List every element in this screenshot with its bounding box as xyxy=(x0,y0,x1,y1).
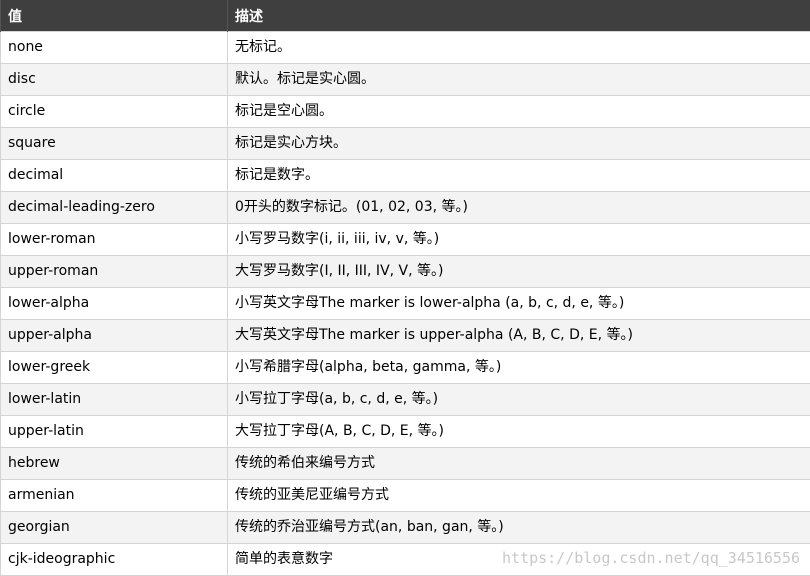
value-cell: none xyxy=(1,32,228,64)
value-cell: decimal xyxy=(1,160,228,192)
table-row: upper-latin大写拉丁字母(A, B, C, D, E, 等。) xyxy=(1,416,810,448)
value-cell: armenian xyxy=(1,480,228,512)
value-cell: cjk-ideographic xyxy=(1,544,228,576)
table-row: disc默认。标记是实心圆。 xyxy=(1,64,810,96)
description-cell: 标记是数字。 xyxy=(228,160,810,192)
table-row: decimal-leading-zero0开头的数字标记。(01, 02, 03… xyxy=(1,192,810,224)
value-cell: upper-alpha xyxy=(1,320,228,352)
value-cell: upper-roman xyxy=(1,256,228,288)
value-cell: hebrew xyxy=(1,448,228,480)
table-row: none无标记。 xyxy=(1,32,810,64)
description-cell: 无标记。 xyxy=(228,32,810,64)
table-row: lower-latin小写拉丁字母(a, b, c, d, e, 等。) xyxy=(1,384,810,416)
list-style-type-table: 值 描述 none无标记。 disc默认。标记是实心圆。 circle标记是空心… xyxy=(0,0,810,576)
description-cell: 0开头的数字标记。(01, 02, 03, 等。) xyxy=(228,192,810,224)
table-body: none无标记。 disc默认。标记是实心圆。 circle标记是空心圆。 sq… xyxy=(1,32,810,576)
description-cell: 大写英文字母The marker is upper-alpha (A, B, C… xyxy=(228,320,810,352)
description-cell: 传统的希伯来编号方式 xyxy=(228,448,810,480)
value-cell: disc xyxy=(1,64,228,96)
table-row: lower-alpha小写英文字母The marker is lower-alp… xyxy=(1,288,810,320)
table-row: cjk-ideographic简单的表意数字 xyxy=(1,544,810,576)
description-cell: 标记是空心圆。 xyxy=(228,96,810,128)
value-cell: lower-greek xyxy=(1,352,228,384)
value-cell: decimal-leading-zero xyxy=(1,192,228,224)
description-cell: 小写英文字母The marker is lower-alpha (a, b, c… xyxy=(228,288,810,320)
value-cell: lower-roman xyxy=(1,224,228,256)
description-cell: 小写罗马数字(i, ii, iii, iv, v, 等。) xyxy=(228,224,810,256)
table-header: 值 描述 xyxy=(1,0,810,32)
table-row: upper-alpha大写英文字母The marker is upper-alp… xyxy=(1,320,810,352)
table-row: decimal标记是数字。 xyxy=(1,160,810,192)
table-row: hebrew传统的希伯来编号方式 xyxy=(1,448,810,480)
table-row: lower-greek小写希腊字母(alpha, beta, gamma, 等。… xyxy=(1,352,810,384)
header-row: 值 描述 xyxy=(1,0,810,32)
description-cell: 大写罗马数字(I, II, III, IV, V, 等。) xyxy=(228,256,810,288)
description-cell: 传统的亚美尼亚编号方式 xyxy=(228,480,810,512)
description-cell: 简单的表意数字 xyxy=(228,544,810,576)
value-cell: georgian xyxy=(1,512,228,544)
description-cell: 传统的乔治亚编号方式(an, ban, gan, 等。) xyxy=(228,512,810,544)
header-description: 描述 xyxy=(228,0,810,32)
value-cell: circle xyxy=(1,96,228,128)
value-cell: lower-alpha xyxy=(1,288,228,320)
description-cell: 小写拉丁字母(a, b, c, d, e, 等。) xyxy=(228,384,810,416)
value-cell: square xyxy=(1,128,228,160)
table-row: square标记是实心方块。 xyxy=(1,128,810,160)
value-cell: upper-latin xyxy=(1,416,228,448)
description-cell: 默认。标记是实心圆。 xyxy=(228,64,810,96)
header-value: 值 xyxy=(1,0,228,32)
value-cell: lower-latin xyxy=(1,384,228,416)
table-row: lower-roman小写罗马数字(i, ii, iii, iv, v, 等。) xyxy=(1,224,810,256)
table-row: circle标记是空心圆。 xyxy=(1,96,810,128)
table-row: georgian传统的乔治亚编号方式(an, ban, gan, 等。) xyxy=(1,512,810,544)
description-cell: 标记是实心方块。 xyxy=(228,128,810,160)
table-row: upper-roman大写罗马数字(I, II, III, IV, V, 等。) xyxy=(1,256,810,288)
table-row: armenian传统的亚美尼亚编号方式 xyxy=(1,480,810,512)
description-cell: 小写希腊字母(alpha, beta, gamma, 等。) xyxy=(228,352,810,384)
description-cell: 大写拉丁字母(A, B, C, D, E, 等。) xyxy=(228,416,810,448)
